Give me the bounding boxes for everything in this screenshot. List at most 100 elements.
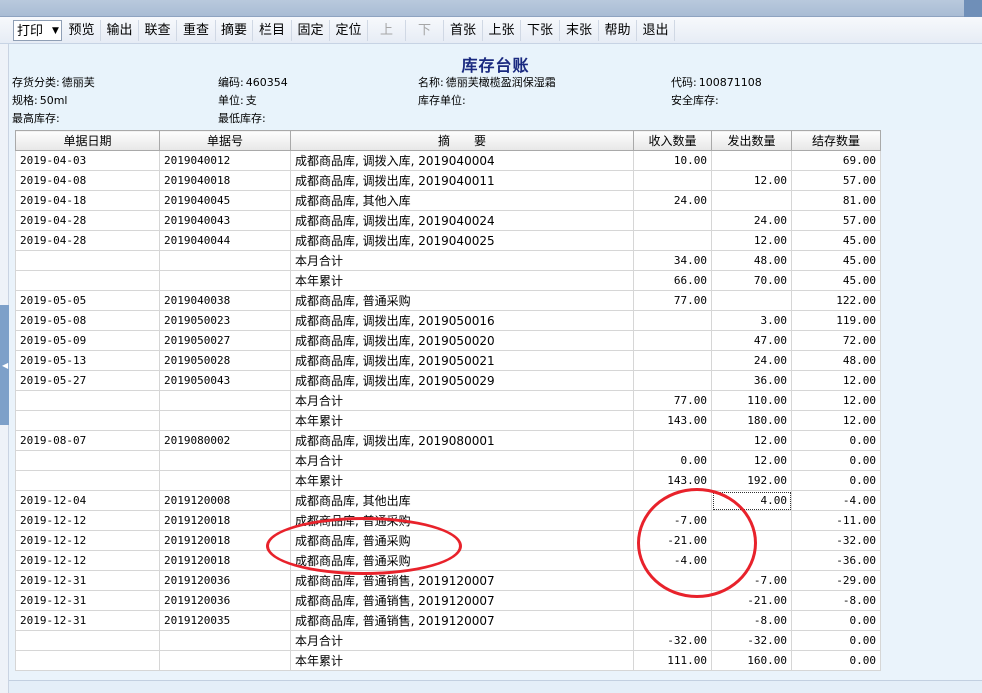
- summary-cell[interactable]: 成都商品库, 调拨出库, 2019050029: [290, 370, 634, 391]
- table-row[interactable]: 2019-04-28 2019040043 成都商品库, 调拨出库, 2019040…: [15, 210, 881, 231]
- balance-cell[interactable]: -4.00: [791, 490, 881, 511]
- date-cell[interactable]: 2019-04-28: [15, 210, 160, 231]
- balance-cell[interactable]: -36.00: [791, 550, 881, 571]
- balance-cell[interactable]: 72.00: [791, 330, 881, 351]
- column-header-5[interactable]: 结存数量: [791, 130, 881, 151]
- out-qty-cell[interactable]: 24.00: [711, 350, 792, 371]
- date-cell[interactable]: 2019-05-05: [15, 290, 160, 311]
- toolbar-button-15[interactable]: 帮助: [599, 20, 637, 41]
- out-qty-cell[interactable]: 110.00: [711, 390, 792, 411]
- in-qty-cell[interactable]: 66.00: [633, 270, 712, 291]
- summary-cell[interactable]: 本年累计: [290, 270, 634, 291]
- toolbar-button-1[interactable]: 预览: [63, 20, 101, 41]
- date-cell[interactable]: 2019-12-04: [15, 490, 160, 511]
- table-row[interactable]: 2019-04-18 2019040045 成都商品库, 其他入库 24.00 81.0…: [15, 190, 881, 211]
- in-qty-cell[interactable]: 77.00: [633, 290, 712, 311]
- in-qty-cell[interactable]: [633, 610, 712, 631]
- date-cell[interactable]: [15, 270, 160, 291]
- out-qty-cell[interactable]: 4.00: [711, 490, 792, 511]
- in-qty-cell[interactable]: -32.00: [633, 630, 712, 651]
- balance-cell[interactable]: 12.00: [791, 370, 881, 391]
- summary-cell[interactable]: 成都商品库, 普通采购: [290, 550, 634, 571]
- summary-cell[interactable]: 成都商品库, 普通销售, 2019120007: [290, 570, 634, 591]
- date-cell[interactable]: [15, 630, 160, 651]
- balance-cell[interactable]: 57.00: [791, 170, 881, 191]
- doc-number-cell[interactable]: 2019120018: [159, 510, 291, 531]
- summary-cell[interactable]: 成都商品库, 普通采购: [290, 530, 634, 551]
- toolbar-button-12[interactable]: 上张: [483, 20, 521, 41]
- column-header-2[interactable]: 摘 要: [290, 130, 634, 151]
- date-cell[interactable]: [15, 410, 160, 431]
- summary-cell[interactable]: 成都商品库, 普通采购: [290, 290, 634, 311]
- toolbar-button-2[interactable]: 输出: [101, 20, 139, 41]
- doc-number-cell[interactable]: 2019050023: [159, 310, 291, 331]
- balance-cell[interactable]: 45.00: [791, 270, 881, 291]
- column-header-1[interactable]: 单据号: [159, 130, 291, 151]
- table-row[interactable]: 2019-12-31 2019120035 成都商品库, 普通销售, 2019120…: [15, 610, 881, 631]
- balance-cell[interactable]: 0.00: [791, 630, 881, 651]
- balance-cell[interactable]: 12.00: [791, 410, 881, 431]
- summary-cell[interactable]: 成都商品库, 调拨出库, 2019080001: [290, 430, 634, 451]
- balance-cell[interactable]: -11.00: [791, 510, 881, 531]
- date-cell[interactable]: 2019-08-07: [15, 430, 160, 451]
- date-cell[interactable]: 2019-05-13: [15, 350, 160, 371]
- summary-cell[interactable]: 本年累计: [290, 650, 634, 671]
- summary-cell[interactable]: 成都商品库, 调拨出库, 2019050020: [290, 330, 634, 351]
- date-cell[interactable]: [15, 450, 160, 471]
- out-qty-cell[interactable]: 70.00: [711, 270, 792, 291]
- column-header-3[interactable]: 收入数量: [633, 130, 712, 151]
- out-qty-cell[interactable]: 36.00: [711, 370, 792, 391]
- table-row[interactable]: 本月合计 -32.00 -32.00 0.00: [15, 630, 881, 651]
- doc-number-cell[interactable]: 2019120036: [159, 590, 291, 611]
- summary-cell[interactable]: 本月合计: [290, 630, 634, 651]
- summary-cell[interactable]: 本年累计: [290, 410, 634, 431]
- summary-cell[interactable]: 成都商品库, 调拨入库, 2019040004: [290, 150, 634, 171]
- table-row[interactable]: 本月合计 34.00 48.00 45.00: [15, 250, 881, 271]
- doc-number-cell[interactable]: 2019120018: [159, 550, 291, 571]
- table-row[interactable]: 2019-04-28 2019040044 成都商品库, 调拨出库, 2019040…: [15, 230, 881, 251]
- table-row[interactable]: 2019-12-12 2019120018 成都商品库, 普通采购 -21.00 -32…: [15, 530, 881, 551]
- out-qty-cell[interactable]: 24.00: [711, 210, 792, 231]
- summary-cell[interactable]: 本月合计: [290, 450, 634, 471]
- doc-number-cell[interactable]: [159, 390, 291, 411]
- balance-cell[interactable]: 45.00: [791, 230, 881, 251]
- collapse-arrow-icon[interactable]: ◀: [2, 362, 8, 370]
- date-cell[interactable]: 2019-12-12: [15, 510, 160, 531]
- out-qty-cell[interactable]: 160.00: [711, 650, 792, 671]
- doc-number-cell[interactable]: [159, 650, 291, 671]
- toolbar-button-13[interactable]: 下张: [521, 20, 560, 41]
- summary-cell[interactable]: 成都商品库, 普通采购: [290, 510, 634, 531]
- toolbar-button-5[interactable]: 摘要: [216, 20, 253, 41]
- out-qty-cell[interactable]: [711, 510, 792, 531]
- in-qty-cell[interactable]: [633, 490, 712, 511]
- balance-cell[interactable]: 122.00: [791, 290, 881, 311]
- in-qty-cell[interactable]: 111.00: [633, 650, 712, 671]
- doc-number-cell[interactable]: [159, 410, 291, 431]
- toolbar-button-3[interactable]: 联查: [139, 20, 177, 41]
- summary-cell[interactable]: 本月合计: [290, 390, 634, 411]
- doc-number-cell[interactable]: [159, 630, 291, 651]
- out-qty-cell[interactable]: 192.00: [711, 470, 792, 491]
- date-cell[interactable]: [15, 650, 160, 671]
- in-qty-cell[interactable]: 34.00: [633, 250, 712, 271]
- summary-cell[interactable]: 成都商品库, 普通销售, 2019120007: [290, 610, 634, 631]
- summary-cell[interactable]: 成都商品库, 调拨出库, 2019050016: [290, 310, 634, 331]
- in-qty-cell[interactable]: [633, 330, 712, 351]
- out-qty-cell[interactable]: 12.00: [711, 450, 792, 471]
- table-row[interactable]: 本月合计 77.00 110.00 12.00: [15, 390, 881, 411]
- toolbar-button-14[interactable]: 末张: [560, 20, 599, 41]
- in-qty-cell[interactable]: -21.00: [633, 530, 712, 551]
- in-qty-cell[interactable]: 0.00: [633, 450, 712, 471]
- doc-number-cell[interactable]: 2019040012: [159, 150, 291, 171]
- doc-number-cell[interactable]: 2019120018: [159, 530, 291, 551]
- in-qty-cell[interactable]: [633, 430, 712, 451]
- summary-cell[interactable]: 本月合计: [290, 250, 634, 271]
- table-row[interactable]: 2019-05-13 2019050028 成都商品库, 调拨出库, 2019050…: [15, 350, 881, 371]
- table-row[interactable]: 2019-05-08 2019050023 成都商品库, 调拨出库, 2019050…: [15, 310, 881, 331]
- doc-number-cell[interactable]: [159, 470, 291, 491]
- balance-cell[interactable]: 45.00: [791, 250, 881, 271]
- balance-cell[interactable]: 0.00: [791, 470, 881, 491]
- balance-cell[interactable]: -32.00: [791, 530, 881, 551]
- out-qty-cell[interactable]: 3.00: [711, 310, 792, 331]
- date-cell[interactable]: 2019-05-09: [15, 330, 160, 351]
